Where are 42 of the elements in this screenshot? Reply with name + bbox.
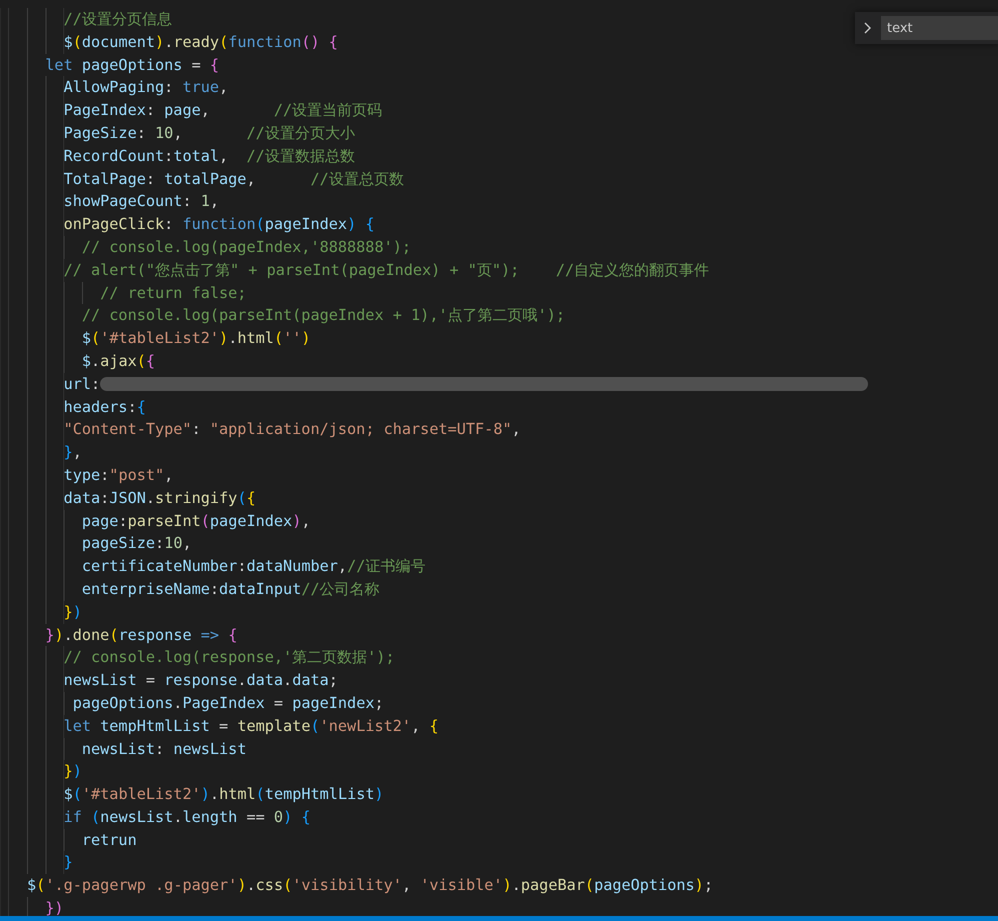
code-line: $('#tableList2').html('') [82,328,311,350]
code-line: data:JSON.stringify({ [64,488,256,509]
code-line: retrun [82,830,137,851]
chevron-icon[interactable] [863,22,873,34]
code-line: page:parseInt(pageIndex), [82,510,311,532]
code-line: headers:{ [64,396,146,418]
code-line: "Content-Type": "application/json; charset=UTF-8", [64,419,521,440]
code-line: // alert("您点击了第" + parseInt(pageIndex) + "页"); //自定义您的翻页事件 [64,260,710,281]
code-line: newsList = response.data.data; [64,670,338,692]
code-line: let tempHtmlList = template('newList2', { [64,716,439,737]
code-line: }, [64,442,82,464]
code-line: $('.g-pagerwp .g-pager').css('visibility', 'visible').pageBar(pageOptions); [27,875,713,896]
code-line: RecordCount:total, //设置数据总数 [64,146,355,167]
code-line: url: [64,372,868,396]
code-line: $(document).ready(function() { [64,32,338,53]
code-line: $.ajax({ [82,350,156,372]
code-line: //设置分页信息 [64,9,172,30]
code-line: } [64,852,73,874]
code-line: $('#tableList2').html(tempHtmlList) [64,784,384,806]
code-line: // console.log(pageIndex,'8888888'); [82,236,412,258]
code-line: newsList: newsList [82,738,246,760]
code-line: }) [64,602,82,623]
code-line: // console.log(parseInt(pageIndex + 1),'点了第二页哦'); [82,305,566,326]
code-line: }) [64,761,82,782]
code-line: PageIndex: page, //设置当前页码 [64,100,382,122]
code-line: pageOptions.PageIndex = pageIndex; [72,692,384,714]
code-line: enterpriseName:dataInput//公司名称 [82,578,380,600]
code-line: TotalPage: totalPage, //设置总页数 [64,168,404,190]
code-line: }).done(response => { [45,624,238,646]
code-line: onPageClick: function(pageIndex) { [64,214,374,236]
code-line: AllowPaging: true, [64,77,228,98]
code-line: if (newsList.length == 0) { [64,806,311,828]
code-line: }) [45,898,64,920]
code-line: certificateNumber:dataNumber,//证书编号 [82,556,426,578]
code-line: pageSize:10, [82,533,192,554]
code-line: let pageOptions = { [45,54,220,76]
code-line: type:"post", [64,464,174,486]
code-line: // return false; [100,282,246,304]
search-field[interactable]: text [881,16,998,40]
code-line: showPageCount: 1, [64,191,220,212]
code-line: // console.log(response,'第二页数据'); [64,647,395,668]
code-line: PageSize: 10, //设置分页大小 [64,122,355,144]
